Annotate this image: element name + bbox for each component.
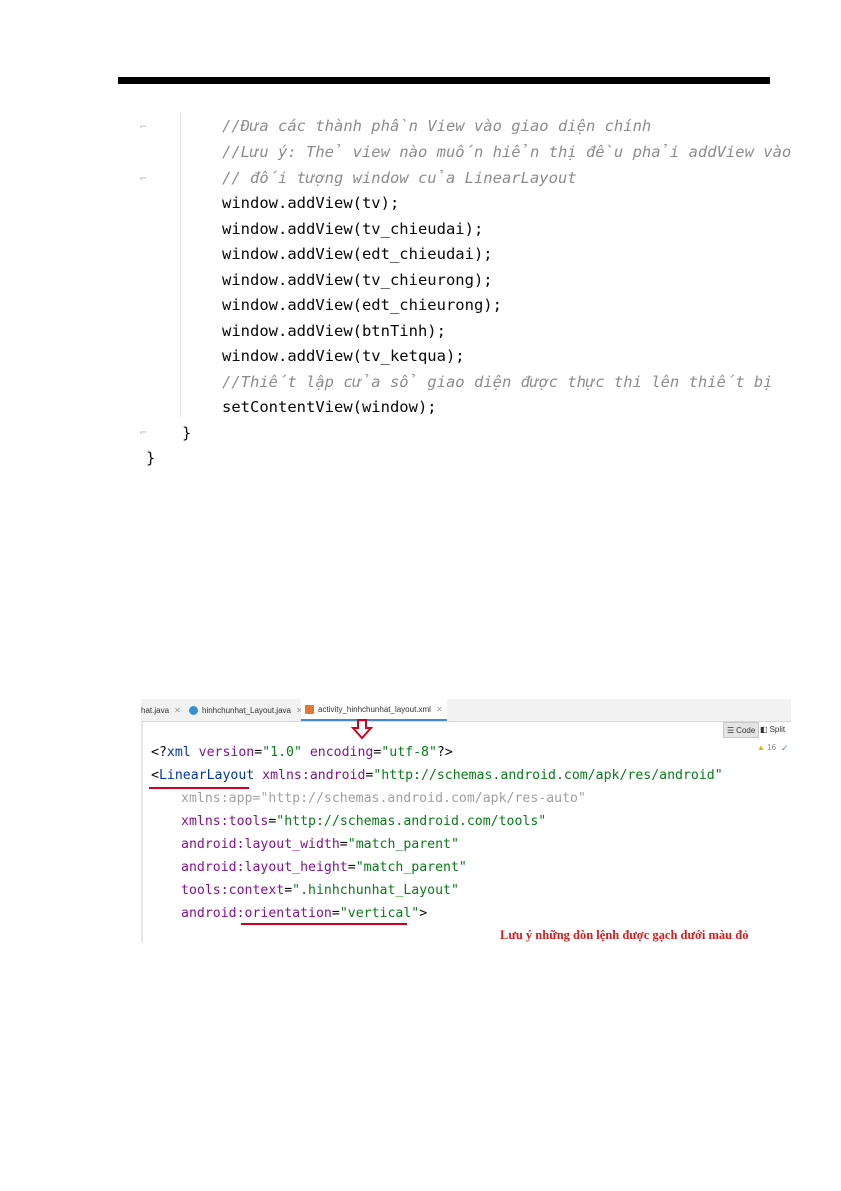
- arrow-down-icon: [351, 719, 373, 740]
- close-icon[interactable]: ✕: [436, 705, 443, 714]
- annotation-note: Lưu ý những dòn lệnh được gạch dưới màu …: [500, 928, 749, 942]
- indent-guide: [180, 112, 181, 417]
- close-icon[interactable]: ✕: [174, 706, 181, 715]
- xml-tools-context-line: tools:context=".hinhchunhat_Layout": [181, 883, 459, 898]
- check-icon: ✓: [781, 743, 789, 753]
- code-statement: window.addView(tv_ketqua);: [222, 347, 465, 365]
- red-underline-orientation: [241, 923, 407, 925]
- ide-xml-editor: hat.java ✕ hinhchunhat_Layout.java ✕ act…: [141, 699, 791, 943]
- tab-java-file[interactable]: hat.java ✕: [141, 699, 181, 721]
- xml-root-tag-line: <LinearLayout xmlns:android="http://sche…: [151, 768, 723, 783]
- tab-label: activity_hinhchunhat_layout.xml: [318, 704, 431, 714]
- xml-layout-width-line: android:layout_width="match_parent": [181, 837, 459, 852]
- warning-indicator[interactable]: ▲ 16: [757, 743, 776, 752]
- code-statement: window.addView(edt_chieurong);: [222, 296, 502, 314]
- code-statement: window.addView(btnTinh);: [222, 322, 446, 340]
- red-underline-linearlayout: [149, 787, 249, 789]
- header-rule: [118, 77, 770, 84]
- java-class-icon: [189, 705, 198, 715]
- editor-gutter: [141, 721, 143, 943]
- xml-layout-height-line: android:layout_height="match_parent": [181, 860, 467, 875]
- code-comment: //Lưu ý: Thẻ view nào muốn hiển thị đều …: [222, 143, 792, 161]
- tab-hinhchunhat-layout-java[interactable]: hinhchunhat_Layout.java ✕: [189, 699, 303, 721]
- xml-xmlns-tools-line: xmlns:tools="http://schemas.android.com/…: [181, 814, 547, 829]
- xml-xmlns-app-line: xmlns:app="http://schemas.android.com/ap…: [181, 791, 586, 806]
- code-statement: window.addView(tv);: [222, 194, 400, 212]
- tab-label: hinhchunhat_Layout.java: [202, 705, 291, 715]
- xml-orientation-line: android:orientation="vertical">: [181, 906, 428, 921]
- fold-marker-icon: ⌐: [140, 120, 147, 133]
- xml-file-icon: [305, 704, 314, 714]
- tab-activity-layout-xml[interactable]: activity_hinhchunhat_layout.xml ✕: [301, 699, 447, 721]
- java-code-block: ⌐ ⌐ ⌐ //Đưa các thành phần View vào giao…: [0, 112, 841, 472]
- xml-declaration-line: <?xml version="1.0" encoding="utf-8"?>: [151, 745, 453, 760]
- code-comment: //Đưa các thành phần View vào giao diện …: [222, 117, 652, 135]
- code-statement: window.addView(tv_chieurong);: [222, 271, 493, 289]
- tab-label: hat.java: [141, 705, 170, 715]
- code-view-button[interactable]: ☰ Code: [723, 722, 760, 738]
- code-statement: window.addView(tv_chieudai);: [222, 220, 484, 238]
- fold-marker-icon: ⌐: [140, 172, 147, 185]
- method-close-brace: }: [182, 424, 192, 442]
- class-close-brace: }: [146, 449, 156, 467]
- editor-tab-bar: hat.java ✕ hinhchunhat_Layout.java ✕ act…: [141, 699, 791, 722]
- code-comment: // đối tượng window của LinearLayout: [222, 169, 577, 187]
- warning-icon: ▲: [757, 743, 765, 752]
- code-statement: setContentView(window);: [222, 398, 437, 416]
- code-statement: window.addView(edt_chieudai);: [222, 245, 493, 263]
- split-view-button[interactable]: ◧ Split: [757, 722, 788, 736]
- code-comment: //Thiết lập cửa sổ giao diện được thực t…: [222, 373, 773, 391]
- fold-marker-icon: ⌐: [140, 426, 147, 439]
